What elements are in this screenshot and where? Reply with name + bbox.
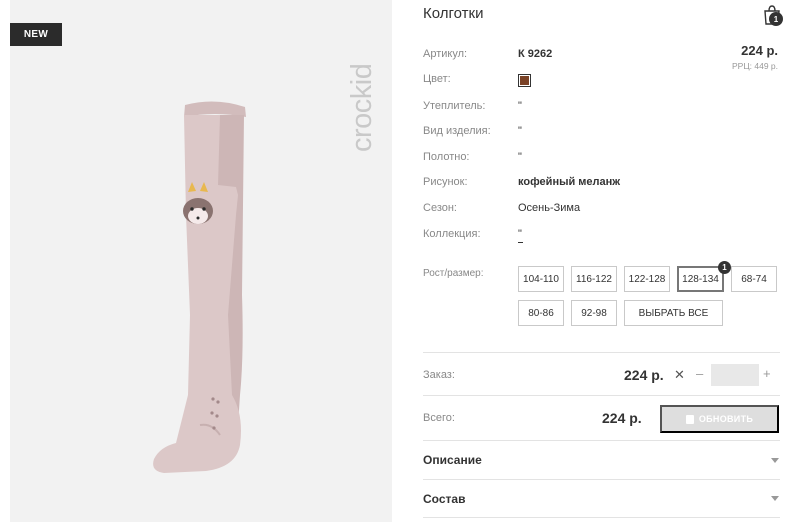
- product-image-pane[interactable]: NEW crockid: [10, 0, 392, 522]
- remove-order-close-icon[interactable]: ✕: [674, 367, 685, 383]
- divider-composition: [423, 479, 780, 480]
- divider-bottom: [423, 517, 780, 518]
- season-value: Осень-Зима: [518, 202, 581, 214]
- accordion-composition-label[interactable]: Состав: [423, 492, 465, 506]
- insulation-label: Утеплитель:: [423, 100, 486, 112]
- update-button-label: ОБНОВИТЬ: [698, 414, 754, 424]
- item-type-label: Вид изделия:: [423, 125, 491, 137]
- pattern-value: кофейный меланж: [518, 176, 621, 188]
- quantity-plus-button[interactable]: +: [763, 366, 771, 381]
- total-price: 224 р.: [602, 410, 642, 426]
- collection-value: ": [518, 228, 522, 240]
- size-option-104-110[interactable]: 104-110: [518, 266, 564, 292]
- divider-total: [423, 395, 780, 396]
- accordion-description-label[interactable]: Описание: [423, 453, 482, 467]
- product-rrp: РРЦ: 449 р.: [732, 61, 778, 71]
- divider-order: [423, 352, 780, 353]
- size-option-128-134[interactable]: 128-134: [677, 266, 724, 292]
- collection-underline: [518, 242, 523, 243]
- size-option-116-122[interactable]: 116-122: [571, 266, 617, 292]
- order-label: Заказ:: [423, 369, 455, 381]
- brand-watermark-text: crockid: [346, 64, 378, 152]
- quantity-input[interactable]: [711, 364, 759, 386]
- insulation-value: ": [518, 100, 522, 112]
- chevron-down-icon[interactable]: [771, 458, 779, 463]
- collection-label: Коллекция:: [423, 228, 481, 240]
- select-all-sizes-button[interactable]: ВЫБРАТЬ ВСЕ: [624, 300, 723, 326]
- quantity-minus-button[interactable]: –: [696, 366, 703, 381]
- fabric-label: Полотно:: [423, 151, 470, 163]
- article-label: Артикул:: [423, 48, 468, 60]
- product-price: 224 р.: [741, 43, 778, 58]
- update-cart-button[interactable]: ОБНОВИТЬ: [660, 405, 779, 433]
- size-selected-count-badge: 1: [718, 261, 731, 274]
- color-label: Цвет:: [423, 73, 451, 85]
- size-label: Рост/размер:: [423, 268, 484, 279]
- season-label: Сезон:: [423, 202, 457, 214]
- cart-count-badge: 1: [769, 12, 783, 26]
- product-info-pane: Колготки 1 Артикул: К 9262 224 р. РРЦ: 4…: [423, 0, 783, 522]
- color-swatch[interactable]: [518, 74, 531, 87]
- pattern-label: Рисунок:: [423, 176, 468, 188]
- product-title: Колготки: [423, 5, 484, 22]
- divider-description: [423, 440, 780, 441]
- order-price: 224 р.: [624, 367, 664, 383]
- color-swatch-fill: [520, 76, 529, 85]
- fabric-value: ": [518, 151, 522, 163]
- article-value: К 9262: [518, 48, 553, 60]
- size-option-122-128[interactable]: 122-128: [624, 266, 670, 292]
- size-option-80-86[interactable]: 80-86: [518, 300, 564, 326]
- new-badge: NEW: [10, 23, 62, 46]
- total-label: Всего:: [423, 412, 455, 424]
- chevron-down-icon[interactable]: [771, 496, 779, 501]
- item-type-value: ": [518, 125, 522, 137]
- size-option-92-98[interactable]: 92-98: [571, 300, 617, 326]
- size-option-68-74[interactable]: 68-74: [731, 266, 777, 292]
- bag-icon: [685, 414, 694, 424]
- brand-watermark-logo: crockid: [346, 64, 378, 152]
- product-photo-tights: [153, 101, 246, 473]
